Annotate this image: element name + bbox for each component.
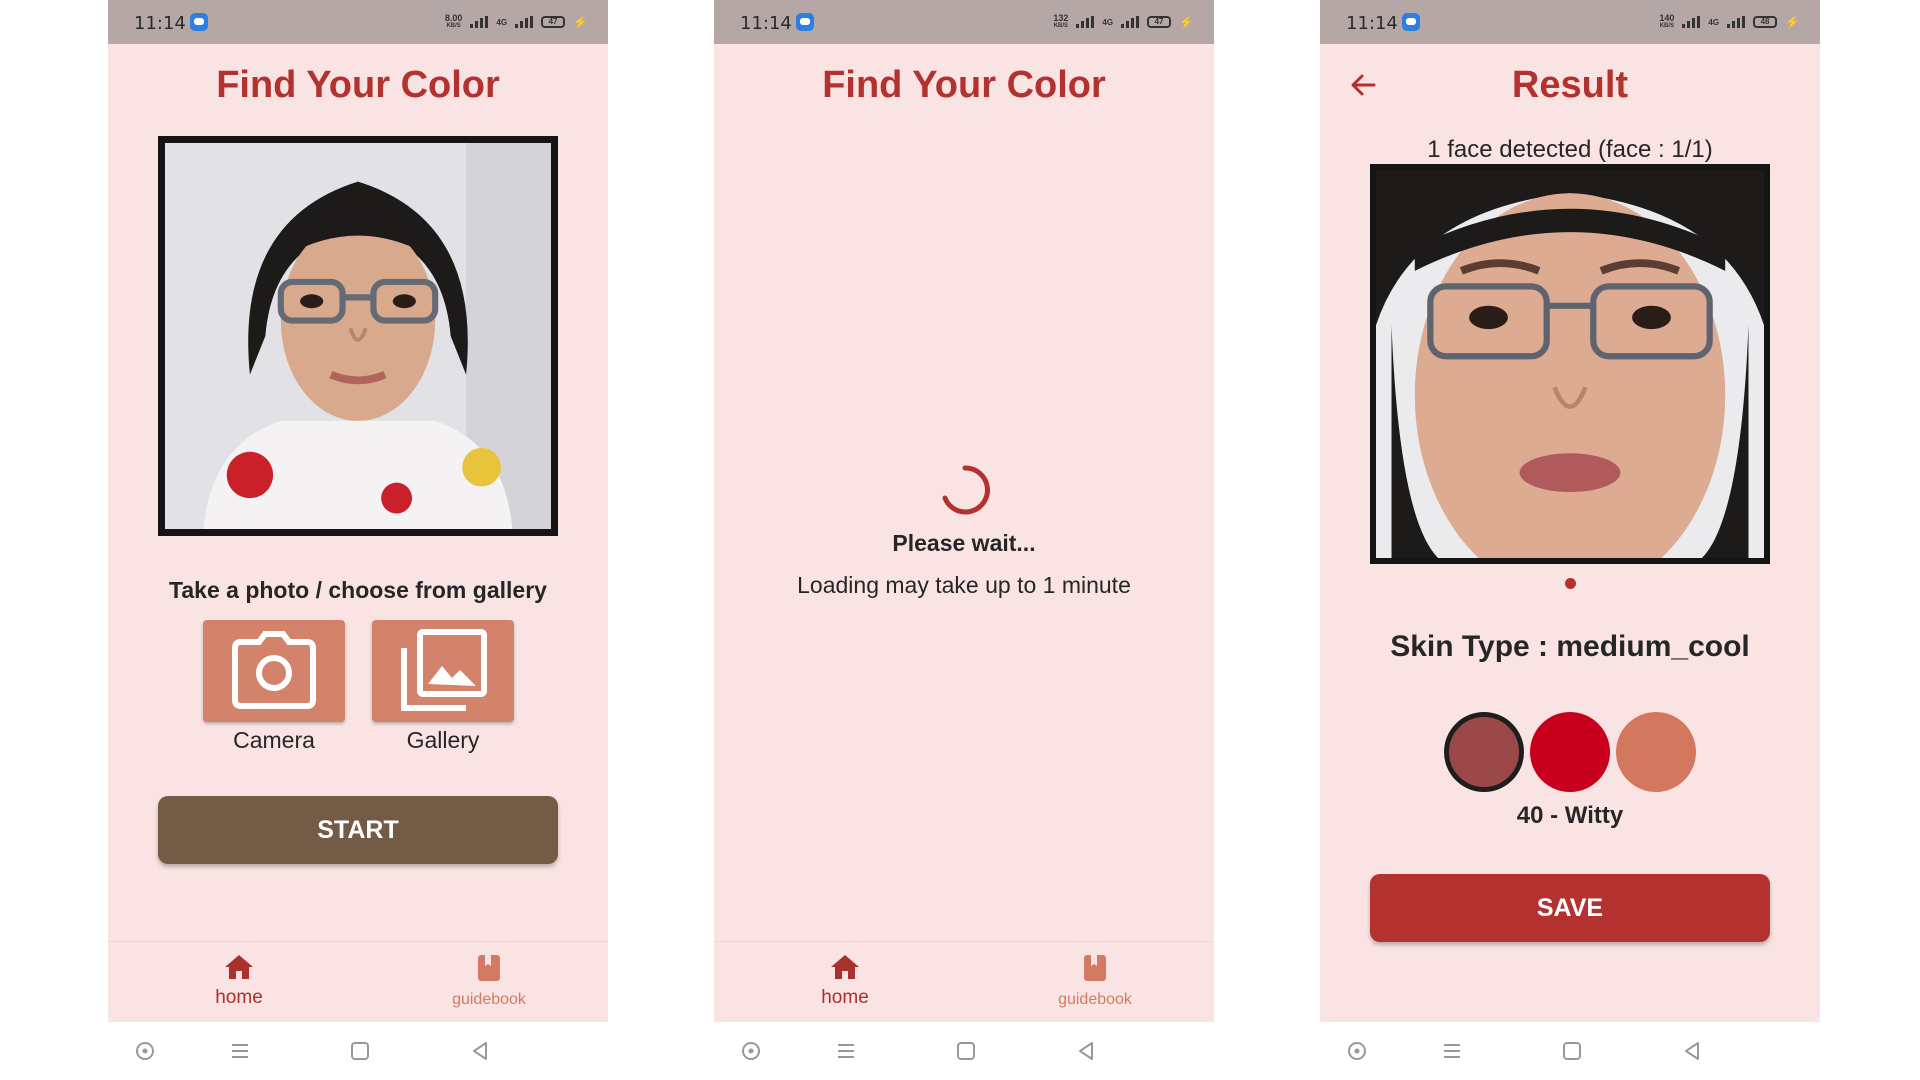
notification-app-icon bbox=[796, 13, 814, 31]
system-nav-bar bbox=[1320, 1022, 1820, 1080]
menu-button-icon[interactable] bbox=[229, 1040, 251, 1062]
home-button-icon[interactable] bbox=[349, 1040, 371, 1062]
nav-guidebook[interactable]: guidebook bbox=[409, 954, 569, 1009]
start-button[interactable]: START bbox=[158, 796, 558, 864]
assistant-button-icon[interactable] bbox=[1346, 1040, 1368, 1062]
signal-icon-2 bbox=[1727, 16, 1746, 28]
home-button-icon[interactable] bbox=[955, 1040, 977, 1062]
system-nav-bar bbox=[108, 1022, 608, 1080]
bottom-nav: home guidebook bbox=[714, 941, 1214, 1022]
status-bar: 11:14 140 KB/S 4G 48 ⚡ bbox=[1320, 0, 1820, 44]
menu-button-icon[interactable] bbox=[835, 1040, 857, 1062]
face-count: 1 face detected (face : 1/1) bbox=[1427, 136, 1713, 163]
menu-button-icon[interactable] bbox=[1441, 1040, 1463, 1062]
nav-guidebook-label: guidebook bbox=[452, 991, 526, 1008]
status-time: 11:14 bbox=[1346, 13, 1398, 34]
gallery-button[interactable] bbox=[372, 620, 514, 722]
page-title: Find Your Color bbox=[216, 64, 500, 106]
save-button[interactable]: SAVE bbox=[1370, 874, 1770, 942]
charging-icon: ⚡ bbox=[1179, 15, 1194, 29]
battery-icon: 47 bbox=[541, 16, 566, 28]
notification-app-icon bbox=[1402, 13, 1420, 31]
phone-screen-2: 11:14 132 KB/S 4G 47 ⚡ Find Your Color Pl… bbox=[714, 0, 1214, 1080]
nav-guidebook[interactable]: guidebook bbox=[1015, 954, 1175, 1009]
home-icon bbox=[831, 955, 859, 979]
home-button-icon[interactable] bbox=[1561, 1040, 1583, 1062]
app-screen: Find Your Color Please wait... Loading m… bbox=[714, 44, 1214, 1022]
app-screen: Result 1 face detected (face : 1/1) Skin… bbox=[1320, 44, 1820, 1022]
app-screen: Find Your Color Take a photo / choose fr… bbox=[108, 44, 608, 1022]
signal-icon bbox=[1076, 16, 1095, 28]
shade-name: 40 - Witty bbox=[1516, 802, 1624, 829]
book-icon bbox=[478, 955, 500, 981]
gallery-label: Gallery bbox=[406, 727, 480, 753]
status-time: 11:14 bbox=[740, 13, 792, 34]
phone-screen-1: 11:14 8.00 KB/S 4G 47 ⚡ Find Your Color T… bbox=[108, 0, 608, 1080]
assistant-button-icon[interactable] bbox=[134, 1040, 156, 1062]
signal-icon bbox=[1682, 16, 1701, 28]
nav-home-label: home bbox=[215, 987, 263, 1008]
network-type: 4G bbox=[1708, 17, 1720, 27]
camera-icon bbox=[232, 631, 316, 709]
status-bar: 11:14 132 KB/S 4G 47 ⚡ bbox=[714, 0, 1214, 44]
bottom-nav: home guidebook bbox=[108, 941, 608, 1022]
notification-app-icon bbox=[190, 13, 208, 31]
assistant-button-icon[interactable] bbox=[740, 1040, 762, 1062]
color-swatch-3[interactable] bbox=[1616, 712, 1696, 792]
home-icon bbox=[225, 955, 253, 979]
loading-text: Loading may take up to 1 minute bbox=[797, 572, 1131, 598]
signal-icon-2 bbox=[515, 16, 534, 28]
spinner-icon bbox=[942, 465, 990, 515]
book-icon bbox=[1084, 955, 1106, 981]
gallery-icon bbox=[401, 629, 487, 711]
selected-photo bbox=[158, 136, 558, 536]
charging-icon: ⚡ bbox=[573, 15, 588, 29]
charging-icon: ⚡ bbox=[1785, 15, 1800, 29]
page-title: Result bbox=[1511, 64, 1629, 106]
system-nav-bar bbox=[714, 1022, 1214, 1080]
status-time: 11:14 bbox=[134, 13, 186, 34]
back-button-icon[interactable] bbox=[469, 1040, 491, 1062]
wait-text: Please wait... bbox=[892, 530, 1036, 556]
camera-button[interactable] bbox=[203, 620, 345, 722]
network-type: 4G bbox=[496, 17, 508, 27]
phone-screen-3: 11:14 140 KB/S 4G 48 ⚡ Result 1 face dete… bbox=[1320, 0, 1820, 1080]
network-type: 4G bbox=[1102, 17, 1114, 27]
battery-icon: 48 bbox=[1753, 16, 1778, 28]
signal-icon bbox=[470, 16, 489, 28]
page-title: Find Your Color bbox=[822, 64, 1106, 106]
nav-home-label: home bbox=[821, 987, 869, 1008]
camera-label: Camera bbox=[233, 727, 315, 753]
network-speed: 8.00 KB/S bbox=[444, 13, 463, 30]
result-face-image[interactable] bbox=[1370, 164, 1770, 564]
nav-home[interactable]: home bbox=[159, 954, 319, 1009]
nav-guidebook-label: guidebook bbox=[1058, 991, 1132, 1008]
signal-icon-2 bbox=[1121, 16, 1140, 28]
battery-icon: 47 bbox=[1147, 16, 1172, 28]
nav-home[interactable]: home bbox=[765, 954, 925, 1009]
photo-prompt: Take a photo / choose from gallery bbox=[169, 577, 547, 603]
color-swatch-2[interactable] bbox=[1530, 712, 1610, 792]
network-speed: 132 KB/S bbox=[1053, 13, 1069, 30]
back-button-icon[interactable] bbox=[1681, 1040, 1703, 1062]
status-bar: 11:14 8.00 KB/S 4G 47 ⚡ bbox=[108, 0, 608, 44]
network-speed: 140 KB/S bbox=[1659, 13, 1675, 30]
back-button-icon[interactable] bbox=[1075, 1040, 1097, 1062]
carousel-indicator bbox=[1565, 578, 1576, 589]
color-swatch-1[interactable] bbox=[1444, 712, 1524, 792]
skin-type-label: Skin Type : medium_cool bbox=[1390, 630, 1750, 663]
